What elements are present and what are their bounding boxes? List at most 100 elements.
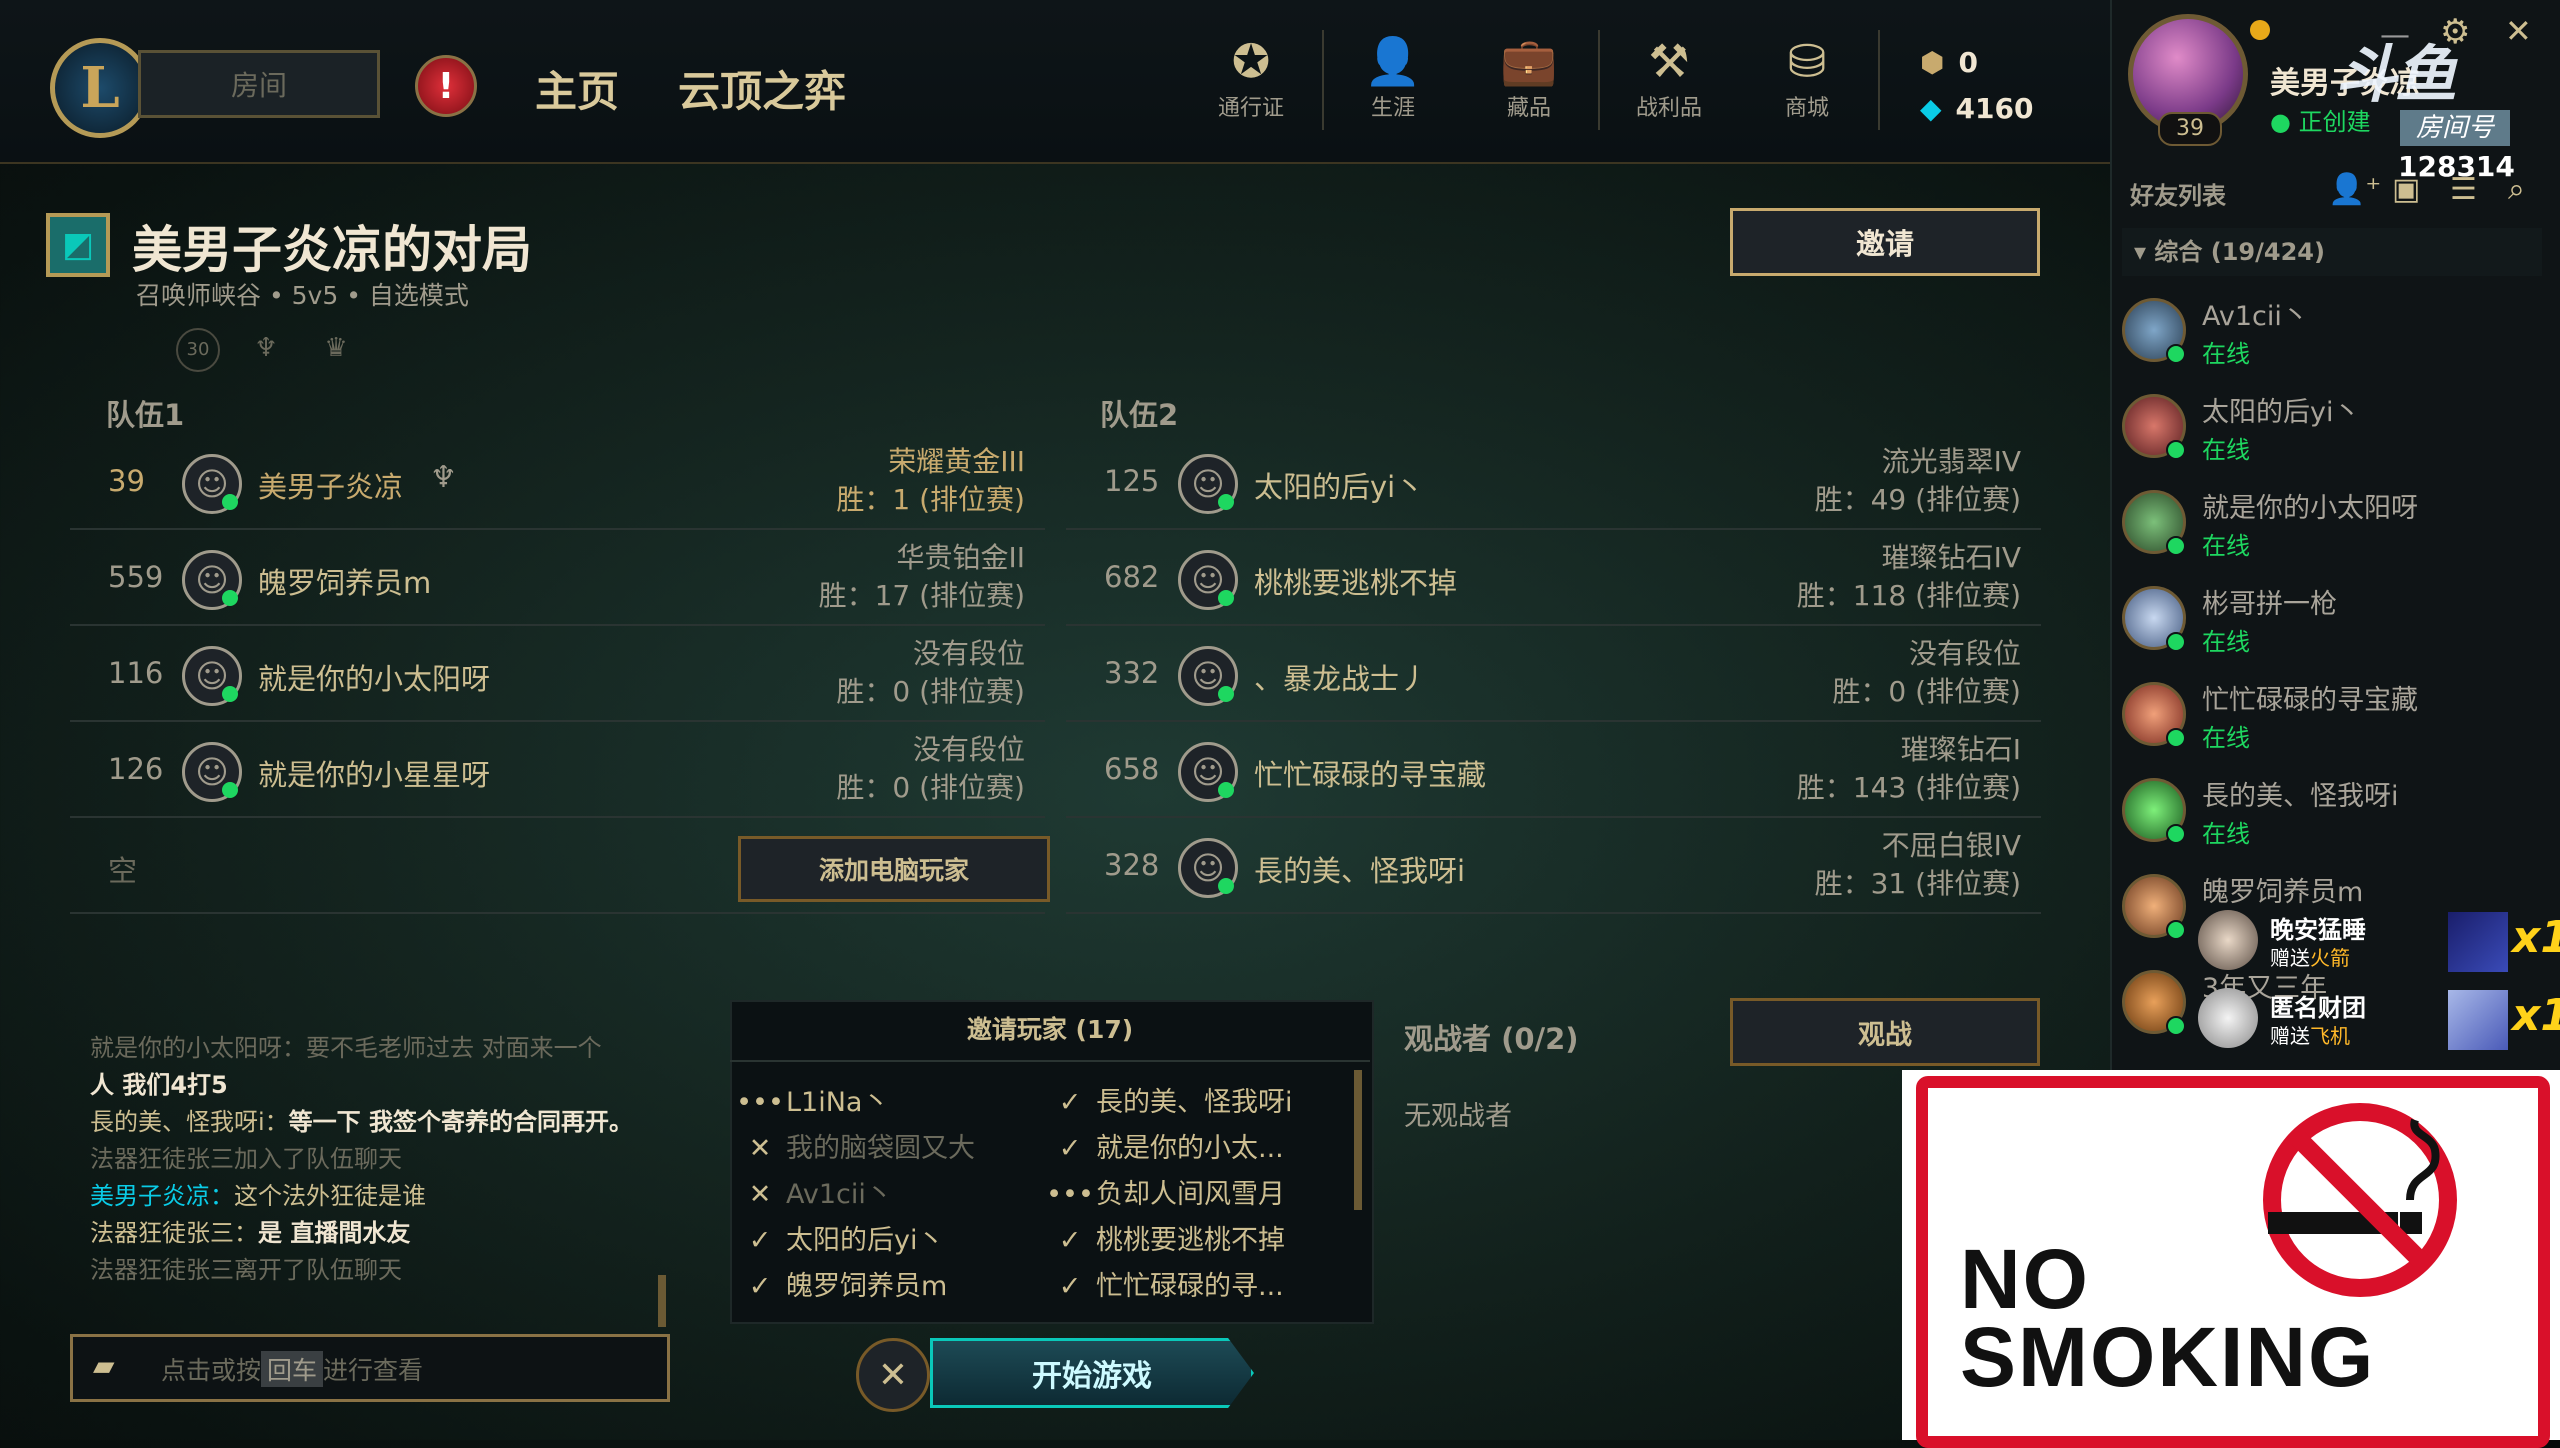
team2-player-row[interactable]: 658 ☺ 忙忙碌碌的寻宝藏 璀璨钻石I 胜：143 (排位赛): [1066, 722, 2041, 818]
invite-button[interactable]: 邀请: [1730, 208, 2040, 276]
team2-player-row[interactable]: 125 ☺ 太阳的后yi丶 流光翡翠IV 胜：49 (排位赛): [1066, 434, 2041, 530]
team1-player-row[interactable]: 39 ☺ 美男子炎凉 ♆ 荣耀黄金III 胜：1 (排位赛): [70, 434, 1045, 530]
accepted-icon: ✓: [748, 1225, 772, 1256]
friend-item[interactable]: 長的美、怪我呀i 在线: [2118, 764, 2538, 860]
online-dot: [2166, 824, 2186, 844]
online-dot: [2166, 440, 2186, 460]
alert-icon[interactable]: !: [415, 55, 477, 117]
chat-input[interactable]: ▰ 点击或按 回车 进行查看: [70, 1334, 670, 1402]
lobby-chat-log[interactable]: 就是你的小太阳呀：要不毛老师过去 对面来一个 人 我们4打5 長的美、怪我呀i：…: [90, 1030, 670, 1310]
invite-item[interactable]: ✓ 就是你的小太...: [1044, 1126, 1344, 1172]
team2-player-row[interactable]: 682 ☺ 桃桃要逃桃不掉 璀璨钻石IV 胜：118 (排位赛): [1066, 530, 2041, 626]
room-number-label: 房间号: [2400, 110, 2510, 146]
room-tab[interactable]: 房间: [138, 50, 380, 118]
pass-button[interactable]: ✪ 通行证: [1196, 36, 1306, 122]
friends-list-title: 好友列表: [2130, 182, 2226, 210]
no-spectators-text: 无观战者: [1404, 1101, 1512, 1132]
chevron-down-icon: ▾: [2134, 238, 2147, 266]
online-dot: [2166, 728, 2186, 748]
invite-item[interactable]: •••L1iNa丶: [734, 1080, 1034, 1126]
search-icon[interactable]: ⌕: [2508, 172, 2525, 207]
rank-wings-icon: ♆: [254, 333, 278, 363]
profile-button[interactable]: 👤 生涯: [1338, 36, 1448, 122]
invite-item[interactable]: ✓ 忙忙碌碌的寻...: [1044, 1264, 1344, 1310]
rocket-gift-icon: [2448, 912, 2508, 972]
team1-player-row[interactable]: 126 ☺ 就是你的小星星呀 没有段位 胜：0 (排位赛): [70, 722, 1045, 818]
accepted-icon: ✓: [1058, 1225, 1082, 1256]
be-amount: 4160: [1955, 92, 2034, 125]
add-bot-button[interactable]: 添加电脑玩家: [738, 836, 1050, 902]
invite-list-left: •••L1iNa丶 ✕ 我的脑袋圆又大 ✕ Av1cii丶 ✓ 太阳的后yi丶 ✓ 魄罗…: [734, 1080, 1034, 1310]
list-view-icon[interactable]: ☰: [2450, 172, 2477, 207]
accepted-icon: ✓: [1058, 1133, 1082, 1164]
gift-notification: 匿名财团 赠送飞机 x1: [2190, 984, 2560, 1056]
chat-bubble-icon: ▰: [93, 1349, 115, 1382]
pass-icon: ✪: [1231, 34, 1271, 88]
league-logo[interactable]: L: [50, 38, 150, 138]
divider: [730, 1060, 1370, 1062]
friend-group-header[interactable]: ▾ 综合 (19/424): [2122, 228, 2542, 276]
online-dot: [2166, 536, 2186, 556]
add-friend-icon[interactable]: 👤⁺: [2328, 172, 2381, 207]
invite-item[interactable]: ✓ 太阳的后yi丶: [734, 1218, 1034, 1264]
team1-player-row[interactable]: 116 ☺ 就是你的小太阳呀 没有段位 胜：0 (排位赛): [70, 626, 1045, 722]
accepted-icon: ✓: [1058, 1087, 1082, 1118]
team2-player-row[interactable]: 332 ☺ 、暴龙战士丿 没有段位 胜：0 (排位赛): [1066, 626, 2041, 722]
team1-header: 队伍1: [106, 398, 185, 432]
add-folder-icon[interactable]: ▣: [2392, 172, 2420, 207]
gift-notification: 晚安猛睡 赠送火箭 x1: [2190, 906, 2560, 978]
invite-item[interactable]: ✕ Av1cii丶: [734, 1172, 1034, 1218]
player-level: 39: [2158, 112, 2222, 146]
collection-button[interactable]: 💼 藏品: [1474, 36, 1584, 122]
friend-item[interactable]: 太阳的后yi丶 在线: [2118, 380, 2538, 476]
nav-home[interactable]: 主页: [535, 58, 619, 119]
invite-list-right: ✓ 長的美、怪我呀i ✓ 就是你的小太... •••负却人间风雪月 ✓ 桃桃要逃桃不掉…: [1044, 1080, 1344, 1310]
invite-item[interactable]: ✕ 我的脑袋圆又大: [734, 1126, 1034, 1172]
invite-scrollbar[interactable]: [1354, 1070, 1362, 1210]
online-dot: [2166, 632, 2186, 652]
lobby-subtitle: 召唤师峡谷 • 5v5 • 自选模式: [136, 281, 469, 310]
currency-display[interactable]: ⬢ 0 ◆ 4160: [1920, 40, 2033, 132]
close-icon[interactable]: ✕: [2505, 12, 2532, 50]
team1-player-row[interactable]: 559 ☺ 魄罗饲养员m 华贵铂金II 胜：17 (排位赛): [70, 530, 1045, 626]
lobby-title: 美男子炎凉的对局: [132, 221, 532, 279]
plane-gift-icon: [2448, 990, 2508, 1050]
online-dot: [2166, 920, 2186, 940]
cancel-lobby-button[interactable]: ✕: [856, 1338, 930, 1412]
settings-icon[interactable]: ⚙: [2440, 12, 2470, 52]
invite-panel-title: 邀请玩家 (17): [966, 1015, 1134, 1044]
invite-item[interactable]: ✓ 長的美、怪我呀i: [1044, 1080, 1344, 1126]
friend-item[interactable]: 彬哥拼一枪 在线: [2118, 572, 2538, 668]
team2-player-row[interactable]: 328 ☺ 長的美、怪我呀i 不屈白银IV 胜：31 (排位赛): [1066, 818, 2041, 914]
invite-item[interactable]: ✓ 桃桃要逃桃不掉: [1044, 1218, 1344, 1264]
declined-icon: ✕: [748, 1179, 772, 1210]
timer-icon: 30: [176, 328, 220, 372]
friend-item[interactable]: Av1cii丶 在线: [2118, 284, 2538, 380]
be-icon: ◆: [1920, 92, 1942, 125]
no-smoking-text: NO SMOKING: [1960, 1232, 2376, 1404]
minimize-icon[interactable]: —: [2380, 18, 2410, 53]
divider: [1598, 30, 1600, 130]
pending-icon: •••: [736, 1087, 784, 1118]
online-dot: [2166, 1016, 2186, 1036]
invite-item[interactable]: ✓ 魄罗饲养员m: [734, 1264, 1034, 1310]
profile-icon: 👤: [1364, 34, 1422, 88]
invite-item[interactable]: •••负却人间风雪月: [1044, 1172, 1344, 1218]
team2-header: 队伍2: [1100, 398, 1179, 432]
crown-icon: ♛: [324, 333, 348, 363]
friend-item[interactable]: 就是你的小太阳呀 在线: [2118, 476, 2538, 572]
divider: [1322, 30, 1324, 130]
rank-emblem-icon: ♆: [430, 460, 457, 495]
accepted-icon: ✓: [748, 1271, 772, 1302]
collection-icon: 💼: [1500, 34, 1558, 88]
rp-icon: ⬢: [1920, 46, 1945, 79]
friend-item[interactable]: 忙忙碌碌的寻宝藏 在线: [2118, 668, 2538, 764]
chat-scrollbar[interactable]: [658, 1275, 666, 1327]
spectate-button[interactable]: 观战: [1730, 998, 2040, 1066]
gifter-avatar: [2198, 910, 2258, 970]
store-button[interactable]: ⛁ 商城: [1752, 36, 1862, 122]
loot-button[interactable]: ⚒ 战利品: [1614, 36, 1724, 122]
nav-tft[interactable]: 云顶之弈: [678, 58, 846, 119]
start-game-button[interactable]: 开始游戏: [930, 1338, 1254, 1408]
divider: [1878, 30, 1880, 130]
